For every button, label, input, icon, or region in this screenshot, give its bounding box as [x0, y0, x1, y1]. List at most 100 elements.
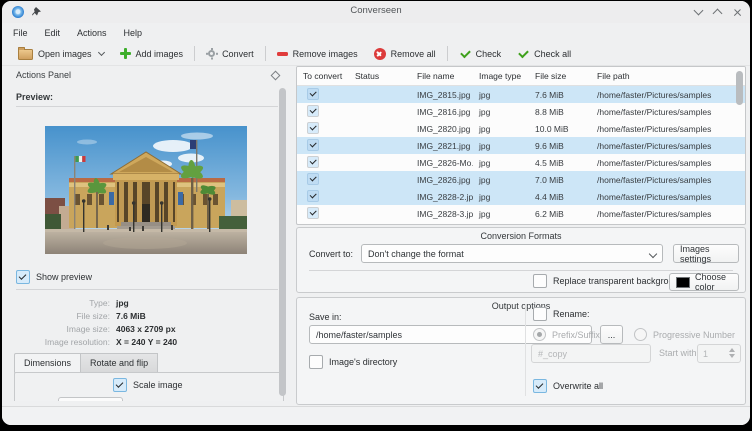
tab-rotate-and-flip[interactable]: Rotate and flip [81, 353, 158, 373]
table-scrollbar[interactable] [736, 71, 743, 105]
table-row[interactable]: IMG_2820.jpgjpg10.0 MiB/home/faster/Pict… [297, 120, 745, 137]
conversion-formats-group: Conversion Formats Convert to: Don't cha… [296, 227, 746, 293]
toolbar-button-label: Convert [222, 49, 254, 59]
table-row[interactable]: IMG_2826.jpgjpg7.0 MiB/home/faster/Pictu… [297, 171, 745, 188]
check-button[interactable]: Check [451, 44, 510, 64]
to-convert-cell [297, 122, 349, 136]
divider [16, 106, 278, 107]
maximize-button[interactable] [713, 9, 723, 19]
window-title: Converseen [2, 5, 750, 16]
images-settings-button[interactable]: Images settings [673, 244, 739, 263]
choose-color-button[interactable]: Choose color [669, 273, 739, 291]
row-checkbox[interactable] [307, 122, 319, 134]
prefix-suffix-radio[interactable] [533, 328, 546, 341]
to-convert-cell [297, 88, 349, 102]
overwrite-all-checkbox[interactable] [533, 379, 547, 393]
image-info: Type:jpgFile size:7.6 MiBImage size:4063… [8, 296, 291, 348]
add-images-button[interactable]: Add images [112, 44, 192, 64]
actions-panel: Actions Panel Preview: [8, 65, 291, 401]
file-size-cell: 8.8 MiB [529, 107, 591, 117]
column-header[interactable]: File name [411, 71, 473, 81]
info-value: 7.6 MiB [116, 311, 146, 321]
table-row[interactable]: IMG_2828-2.jpgjpg4.4 MiB/home/faster/Pic… [297, 188, 745, 205]
menu-item-file[interactable]: File [13, 28, 28, 38]
column-header[interactable]: Status [349, 71, 411, 81]
file-path-cell: /home/faster/Pictures/samples [591, 141, 745, 151]
file-path-cell: /home/faster/Pictures/samples [591, 124, 745, 134]
file-name-cell: IMG_2826.jpg [411, 175, 473, 185]
table-row[interactable]: IMG_2816.jpgjpg8.8 MiB/home/faster/Pictu… [297, 103, 745, 120]
row-checkbox[interactable] [307, 88, 319, 100]
start-with-spinner[interactable]: 1 [697, 344, 741, 363]
menu-item-actions[interactable]: Actions [77, 28, 107, 38]
column-header[interactable]: File size [529, 71, 591, 81]
row-checkbox[interactable] [307, 173, 319, 185]
partial-widget [58, 397, 123, 401]
tab-dimensions[interactable]: Dimensions [14, 353, 81, 373]
convert-button[interactable]: Convert [198, 44, 262, 64]
images-directory-label: Image's directory [329, 357, 397, 367]
image-type-cell: jpg [473, 158, 529, 168]
remove-all-button[interactable]: Remove all [366, 44, 444, 64]
table-row[interactable]: IMG_2821.jpgjpg9.6 MiB/home/faster/Pictu… [297, 137, 745, 154]
images-directory-checkbox[interactable] [309, 355, 323, 369]
browse-button[interactable]: ... [600, 325, 623, 344]
divider [309, 270, 733, 271]
format-combobox[interactable]: Don't change the format [361, 244, 663, 263]
open-images-button[interactable]: Open images [10, 44, 112, 64]
row-checkbox[interactable] [307, 207, 319, 219]
file-path-cell: /home/faster/Pictures/samples [591, 90, 745, 100]
check-icon [459, 48, 471, 59]
scale-image-label: Scale image [133, 380, 183, 390]
rename-checkbox[interactable] [533, 307, 547, 321]
info-label: Type: [8, 298, 110, 308]
to-convert-cell [297, 173, 349, 187]
file-name-cell: IMG_2828-2.jpg [411, 192, 473, 202]
table-row[interactable]: IMG_2828-3.jpgjpg6.2 MiB/home/faster/Pic… [297, 205, 745, 222]
menu-item-edit[interactable]: Edit [45, 28, 61, 38]
row-checkbox[interactable] [307, 105, 319, 117]
image-type-cell: jpg [473, 209, 529, 219]
image-info-row: Type:jpg [8, 296, 291, 309]
close-button[interactable] [733, 8, 742, 17]
check-all-button[interactable]: Check all [509, 44, 579, 64]
status-bar [2, 406, 750, 425]
rename-placeholder: #_copy [538, 349, 567, 359]
rename-row: Rename: [533, 307, 590, 321]
scale-image-row: Scale image [113, 378, 183, 392]
image-type-cell: jpg [473, 141, 529, 151]
column-header[interactable]: To convert [297, 71, 349, 81]
rename-pattern-input[interactable]: #_copy [531, 344, 651, 363]
progressive-number-row: Progressive Number [634, 328, 735, 341]
scale-image-checkbox[interactable] [113, 378, 127, 392]
to-convert-cell [297, 207, 349, 221]
table-row[interactable]: IMG_2815.jpgjpg7.6 MiB/home/faster/Pictu… [297, 86, 745, 103]
image-info-row: Image resolution:X = 240 Y = 240 [8, 335, 291, 348]
menu-item-help[interactable]: Help [124, 28, 143, 38]
minimize-button[interactable] [694, 6, 704, 16]
row-checkbox[interactable] [307, 190, 319, 202]
panel-scrollbar[interactable] [279, 88, 286, 396]
column-header[interactable]: File path [591, 71, 745, 81]
show-preview-row: Show preview [16, 270, 92, 284]
panel-tabs: DimensionsRotate and flip [14, 353, 158, 373]
output-options-group: Output options Save in: /home/faster/sam… [296, 297, 746, 405]
row-checkbox[interactable] [307, 139, 319, 151]
float-panel-icon[interactable] [271, 71, 281, 81]
file-path-cell: /home/faster/Pictures/samples [591, 209, 745, 219]
spinner-arrows-icon[interactable] [729, 348, 735, 358]
toolbar-separator [265, 46, 266, 61]
format-value: Don't change the format [368, 249, 464, 259]
progressive-number-radio[interactable] [634, 328, 647, 341]
row-checkbox[interactable] [307, 156, 319, 168]
remove-images-button[interactable]: Remove images [269, 44, 366, 64]
replace-transparent-background-checkbox[interactable] [533, 274, 547, 288]
actions-panel-title: Actions Panel [16, 70, 71, 80]
show-preview-checkbox[interactable] [16, 270, 30, 284]
column-header[interactable]: Image type [473, 71, 529, 81]
start-with-value: 1 [703, 349, 708, 359]
to-convert-cell [297, 139, 349, 153]
actions-panel-header: Actions Panel [8, 65, 291, 85]
table-row[interactable]: IMG_2826-Mo…jpg4.5 MiB/home/faster/Pictu… [297, 154, 745, 171]
folder-open-icon [18, 49, 33, 60]
